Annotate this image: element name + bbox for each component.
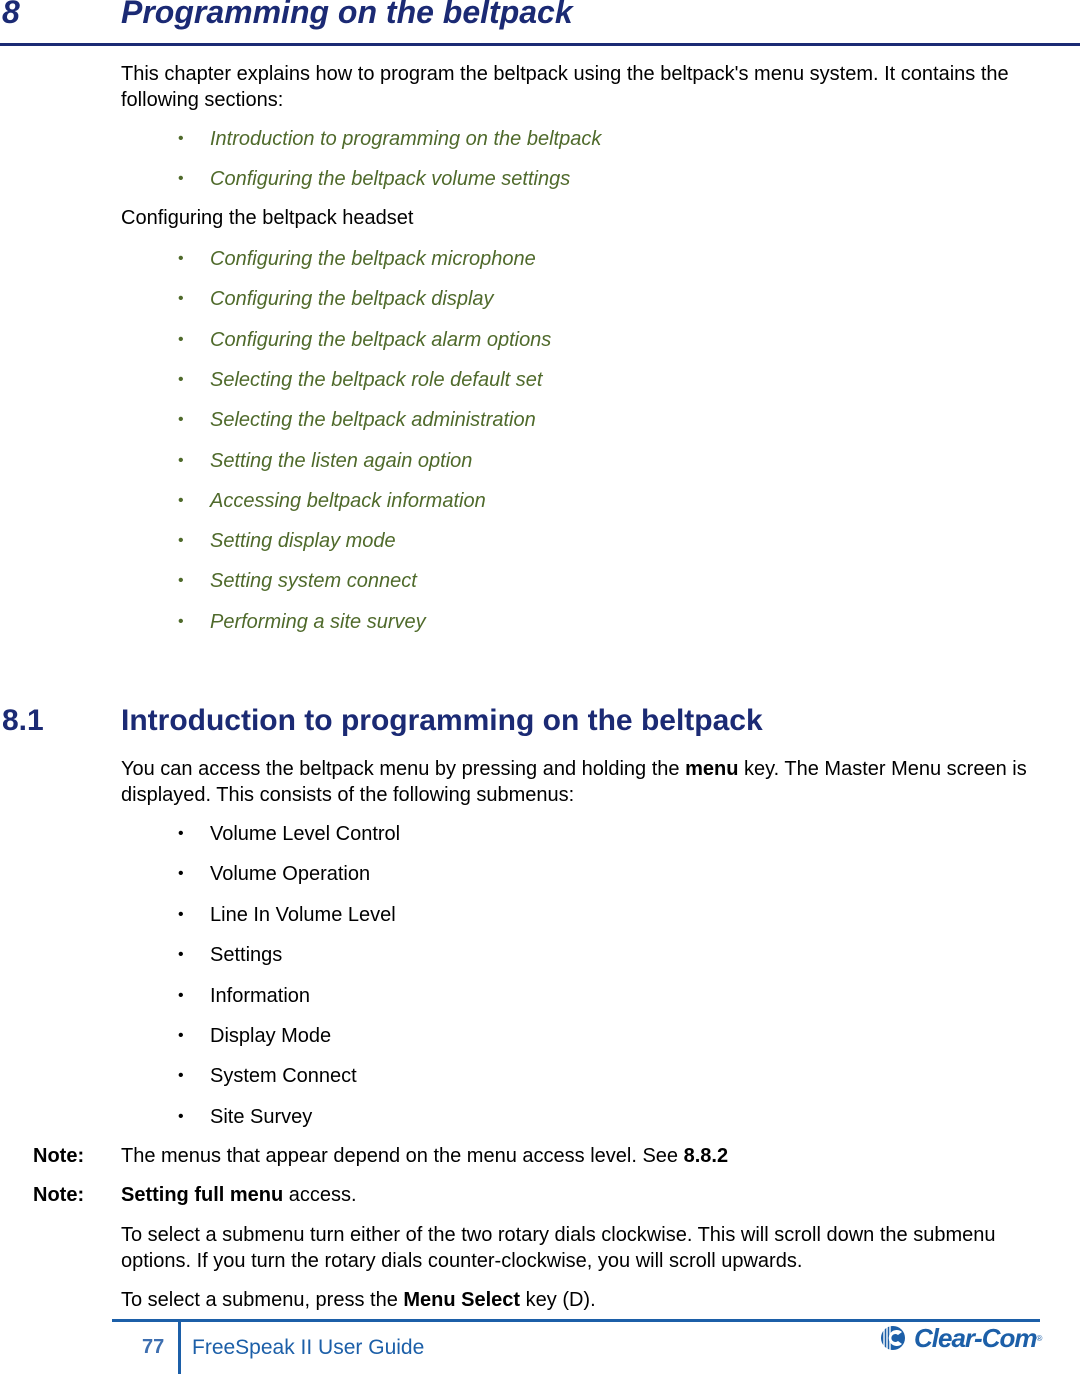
setting-full-menu-link[interactable]: Setting full menu (121, 1184, 283, 1206)
section-link[interactable]: Configuring the beltpack display (210, 286, 494, 312)
section-link[interactable]: Setting the listen again option (210, 448, 472, 474)
section-paragraph-1: You can access the beltpack menu by pres… (121, 758, 1027, 806)
bullet-icon: • (178, 612, 184, 630)
cross-reference-link[interactable]: 8.8.2 (684, 1145, 728, 1167)
submenu-label: System Connect (210, 1065, 357, 1088)
section-link[interactable]: Configuring the beltpack volume settings (210, 166, 570, 192)
clear-com-logo: Clear-Com ® (880, 1322, 1042, 1354)
bullet-icon: • (178, 1107, 184, 1125)
chapter-number: 8 (2, 0, 20, 30)
menu-select-key-term: Menu Select (403, 1289, 521, 1311)
section-paragraph-2: To select a submenu turn either of the t… (121, 1224, 996, 1272)
note-label: Note: (33, 1145, 85, 1167)
submenu-label: Volume Level Control (210, 823, 401, 845)
section-title: Introduction to programming on the beltp… (121, 704, 763, 737)
bullet-icon: • (178, 1067, 184, 1085)
bullet-icon: • (178, 330, 184, 348)
section-link[interactable]: Selecting the beltpack administration (210, 407, 536, 433)
submenu-label: Site Survey (210, 1105, 313, 1128)
chapter-intro: This chapter explains how to program the… (121, 63, 1009, 111)
bullet-icon: • (178, 370, 184, 388)
logo-emblem-icon (881, 1326, 905, 1350)
bullet-icon: • (178, 130, 184, 147)
bullet-icon: • (178, 986, 184, 1004)
section-link[interactable]: Configuring the beltpack alarm options (210, 327, 551, 353)
section-link[interactable]: Introduction to programming on the beltp… (210, 126, 601, 152)
bullet-icon: • (178, 451, 184, 469)
guide-title: FreeSpeak II User Guide (192, 1336, 425, 1359)
section-link[interactable]: Setting system connect (210, 568, 417, 594)
submenu-label: Settings (210, 944, 283, 967)
menu-key-term: menu (685, 758, 739, 780)
section-paragraph-3: To select a submenu, press the Menu Sele… (121, 1289, 596, 1311)
submenu-label: Information (210, 984, 311, 1007)
bullet-icon: • (178, 250, 184, 267)
chapter-title: Programming on the beltpack (121, 0, 573, 30)
submenu-label: Line In Volume Level (210, 903, 396, 926)
heading-rule (0, 43, 1080, 46)
note-1: The menus that appear depend on the menu… (121, 1145, 729, 1167)
section-number: 8.1 (2, 704, 44, 737)
bullet-icon: • (178, 865, 184, 883)
footer-divider (178, 1321, 181, 1374)
bullet-icon: • (178, 290, 184, 308)
bullet-icon: • (178, 946, 184, 964)
note-2: Setting full menu access. (121, 1184, 357, 1206)
submenu-label: Display Mode (210, 1025, 332, 1047)
section-link[interactable]: Accessing beltpack information (210, 488, 486, 514)
section-link[interactable]: Performing a site survey (210, 609, 426, 635)
submenu-label: Volume Operation (210, 863, 371, 886)
logo-wordmark: Clear-Com (914, 1322, 1037, 1353)
bullet-icon: • (178, 532, 184, 550)
bullet-icon: • (178, 491, 184, 509)
plain-section-line: Configuring the beltpack headset (121, 207, 414, 229)
bullet-icon: • (178, 572, 184, 590)
section-link[interactable]: Selecting the beltpack role default set (210, 367, 542, 393)
section-link[interactable]: Configuring the beltpack microphone (210, 246, 536, 272)
bullet-icon: • (178, 170, 184, 188)
bullet-icon: • (178, 825, 184, 842)
bullet-icon: • (178, 411, 184, 429)
note-label: Note: (33, 1184, 85, 1206)
registered-mark: ® (1036, 1333, 1043, 1343)
bullet-icon: • (178, 1027, 184, 1044)
bullet-icon: • (178, 905, 184, 923)
section-link[interactable]: Setting display mode (210, 528, 396, 554)
page-number: 77 (142, 1336, 165, 1358)
